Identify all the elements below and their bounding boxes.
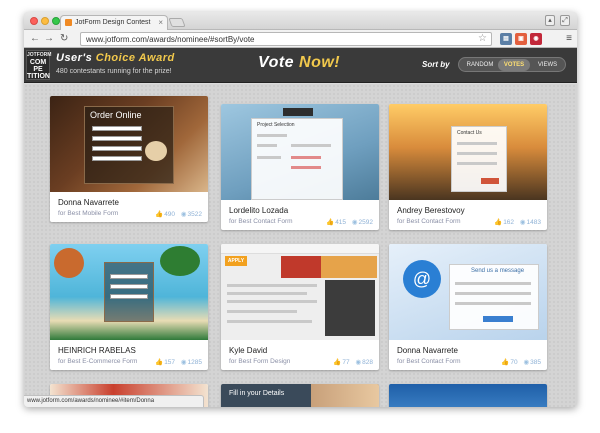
sort-by-label: Sort by [422, 60, 450, 69]
nominee-grid: Order Online Donna Navarrete for Best Mo… [24, 84, 577, 407]
extension-camera-icon[interactable]: ◉ [530, 33, 542, 45]
nominee-thumbnail[interactable] [389, 384, 547, 407]
nominee-stats: 👍162 ◉1483 [494, 219, 541, 226]
extension-feed-icon[interactable]: ▣ [515, 33, 527, 45]
sort-votes-button[interactable]: VOTES [498, 59, 530, 71]
browser-toolbar: ← → ↻ www.jotform.com/awards/nominee/#so… [24, 30, 577, 48]
contest-banner: JOTFORM COM PE TITION User's Choice Awar… [24, 48, 577, 83]
sort-toggle-group: RANDOM VOTES VIEWS [458, 57, 566, 72]
sort-views-button[interactable]: VIEWS [531, 59, 564, 71]
eye-icon: ◉ [180, 359, 187, 366]
nominee-thumbnail[interactable]: APPLY [221, 244, 379, 340]
nominee-category: for Best Contact Form [397, 358, 461, 365]
nominee-card[interactable]: @ Send us a message Donna Navarrete for … [389, 244, 547, 370]
nominee-category: for Best Contact Form [229, 218, 293, 225]
user-profile-icon[interactable]: ▴ [545, 15, 555, 26]
email-at-icon: @ [403, 260, 441, 298]
browser-window: JotForm Design Contest × ▴ ⤢ ← → ↻ www.j… [24, 12, 577, 407]
nominee-stats: 👍70 ◉385 [501, 359, 541, 366]
maximize-window-button[interactable] [52, 17, 60, 25]
new-tab-button[interactable] [168, 18, 186, 27]
thumbs-up-icon: 👍 [333, 359, 342, 366]
nominee-name[interactable]: Donna Navarrete [58, 198, 119, 207]
nominee-thumbnail[interactable] [50, 244, 208, 340]
competition-logo: JOTFORM COM PE TITION [26, 50, 52, 80]
nominee-card-partial[interactable]: Fill in your Details [221, 384, 379, 407]
bookmark-star-icon[interactable]: ☆ [478, 33, 487, 44]
nominee-category: for Best E-Commerce Form [58, 358, 138, 365]
extension-rss-icon[interactable]: ▤ [500, 33, 512, 45]
fullscreen-icon[interactable]: ⤢ [560, 15, 570, 26]
reload-icon[interactable]: ↻ [60, 33, 68, 45]
tab-close-icon[interactable]: × [158, 18, 163, 27]
nominee-card[interactable]: Order Online Donna Navarrete for Best Mo… [50, 96, 208, 222]
nominee-card[interactable]: HEINRICH RABELAS for Best E-Commerce For… [50, 244, 208, 370]
jotform-favicon-icon [65, 19, 72, 26]
award-title: User's Choice Award [56, 52, 175, 64]
award-subtitle: 480 contestants running for the prize! [56, 68, 172, 75]
nominee-thumbnail[interactable]: Project Selection [221, 104, 379, 200]
nominee-name[interactable]: Andrey Berestovoy [397, 206, 465, 215]
back-arrow-icon[interactable]: ← [30, 33, 40, 45]
nominee-name[interactable]: HEINRICH RABELAS [58, 346, 136, 355]
browser-tab[interactable]: JotForm Design Contest × [60, 15, 168, 30]
eye-icon: ◉ [519, 219, 526, 226]
thumbs-up-icon: 👍 [155, 211, 164, 218]
thumbs-up-icon: 👍 [326, 219, 335, 226]
eye-icon: ◉ [351, 219, 358, 226]
nominee-name[interactable]: Lordelito Lozada [229, 206, 288, 215]
nominee-stats: 👍77 ◉828 [333, 359, 373, 366]
menu-hamburger-icon[interactable]: ≡ [566, 33, 572, 44]
nominee-card[interactable]: APPLY Kyle David for Best Form Design 👍7… [221, 244, 379, 370]
nominee-thumbnail[interactable]: Order Online [50, 96, 208, 192]
eye-icon: ◉ [180, 211, 187, 218]
nominee-name[interactable]: Donna Navarrete [397, 346, 458, 355]
nominee-thumbnail[interactable]: Fill in your Details [221, 384, 379, 407]
nominee-card[interactable]: Project Selection Lordelito Lozada for B… [221, 104, 379, 230]
sort-random-button[interactable]: RANDOM [462, 59, 498, 71]
nominee-stats: 👍157 ◉1285 [155, 359, 202, 366]
vote-now-heading: Vote Now! [258, 54, 341, 71]
nominee-card-partial[interactable] [389, 384, 547, 407]
eye-icon: ◉ [523, 359, 530, 366]
address-bar[interactable]: www.jotform.com/awards/nominee/#sortBy/v… [80, 32, 492, 46]
tab-title: JotForm Design Contest [75, 19, 151, 26]
eye-icon: ◉ [355, 359, 362, 366]
status-bar: www.jotform.com/awards/nominee/#item/Don… [24, 395, 204, 407]
nominee-category: for Best Form Design [229, 358, 291, 365]
minimize-window-button[interactable] [41, 17, 49, 25]
address-bar-url: www.jotform.com/awards/nominee/#sortBy/v… [86, 35, 255, 44]
title-bar: JotForm Design Contest × ▴ ⤢ [24, 12, 577, 30]
nominee-stats: 👍415 ◉2592 [326, 219, 373, 226]
thumbs-up-icon: 👍 [501, 359, 510, 366]
nominee-category: for Best Contact Form [397, 218, 461, 225]
thumbs-up-icon: 👍 [155, 359, 164, 366]
nominee-category: for Best Mobile Form [58, 210, 119, 217]
nominee-card[interactable]: Contact Us Andrey Berestovoy for Best Co… [389, 104, 547, 230]
forward-arrow-icon[interactable]: → [44, 33, 54, 45]
nominee-stats: 👍490 ◉3522 [155, 211, 202, 218]
close-window-button[interactable] [30, 17, 38, 25]
nominee-thumbnail[interactable]: @ Send us a message [389, 244, 547, 340]
nominee-thumbnail[interactable]: Contact Us [389, 104, 547, 200]
nominee-name[interactable]: Kyle David [229, 346, 267, 355]
thumbs-up-icon: 👍 [494, 219, 503, 226]
